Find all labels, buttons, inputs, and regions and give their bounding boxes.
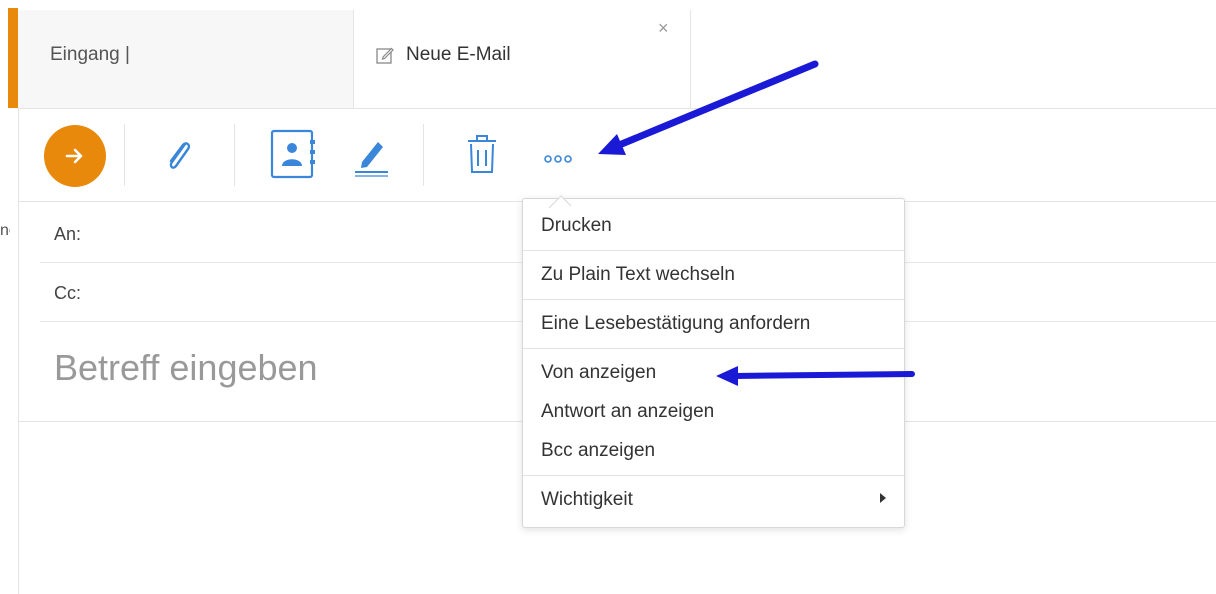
tab-inbox[interactable]: Eingang |: [18, 10, 354, 108]
more-options-button[interactable]: [536, 128, 584, 184]
compose-icon: [376, 47, 394, 64]
menu-item-show-from[interactable]: Von anzeigen: [541, 362, 656, 384]
address-book-icon: [270, 129, 315, 179]
address-book-button[interactable]: [268, 128, 316, 184]
more-options-icon: [544, 155, 572, 163]
tab-inbox-label: Eingang |: [50, 44, 130, 65]
attach-button[interactable]: [155, 128, 203, 184]
signature-pen-icon: [355, 142, 388, 177]
close-tab-icon[interactable]: ×: [658, 18, 669, 39]
paperclip-icon: [169, 142, 191, 169]
clipped-sidebar-text: ne: [0, 222, 10, 239]
menu-item-read-receipt[interactable]: Eine Lesebestätigung anfordern: [541, 313, 810, 335]
send-arrow-icon: [65, 148, 83, 164]
tab-bar-empty-area: [691, 10, 1216, 108]
tab-bar-divider: [18, 108, 1216, 109]
menu-item-importance[interactable]: Wichtigkeit: [541, 489, 633, 511]
menu-item-print[interactable]: Drucken: [541, 215, 612, 237]
cc-label: Cc:: [54, 283, 81, 303]
menu-item-plain-text[interactable]: Zu Plain Text wechseln: [541, 264, 735, 286]
menu-item-show-bcc[interactable]: Bcc anzeigen: [541, 440, 655, 462]
menu-divider: [523, 475, 904, 476]
subject-input[interactable]: Betreff eingeben: [54, 347, 318, 389]
signature-button[interactable]: [348, 128, 396, 184]
delete-button[interactable]: [458, 128, 506, 184]
menu-caret: [549, 186, 571, 208]
active-tab-indicator: [8, 8, 18, 108]
left-panel-divider: [18, 108, 19, 594]
toolbar-separator: [423, 124, 424, 186]
menu-divider: [523, 250, 904, 251]
trash-icon: [468, 135, 496, 173]
submenu-arrow-icon: [880, 493, 886, 503]
tab-new-email[interactable]: Neue E-Mail ×: [354, 10, 691, 108]
toolbar-separator: [124, 124, 125, 186]
menu-item-show-reply-to[interactable]: Antwort an anzeigen: [541, 401, 714, 423]
to-label: An:: [54, 224, 82, 244]
tab-new-email-label: Neue E-Mail: [406, 44, 511, 65]
menu-divider: [523, 348, 904, 349]
toolbar-separator: [234, 124, 235, 186]
menu-divider: [523, 299, 904, 300]
send-button[interactable]: [44, 125, 106, 187]
more-options-menu: Drucken Zu Plain Text wechseln Eine Lese…: [522, 198, 905, 528]
